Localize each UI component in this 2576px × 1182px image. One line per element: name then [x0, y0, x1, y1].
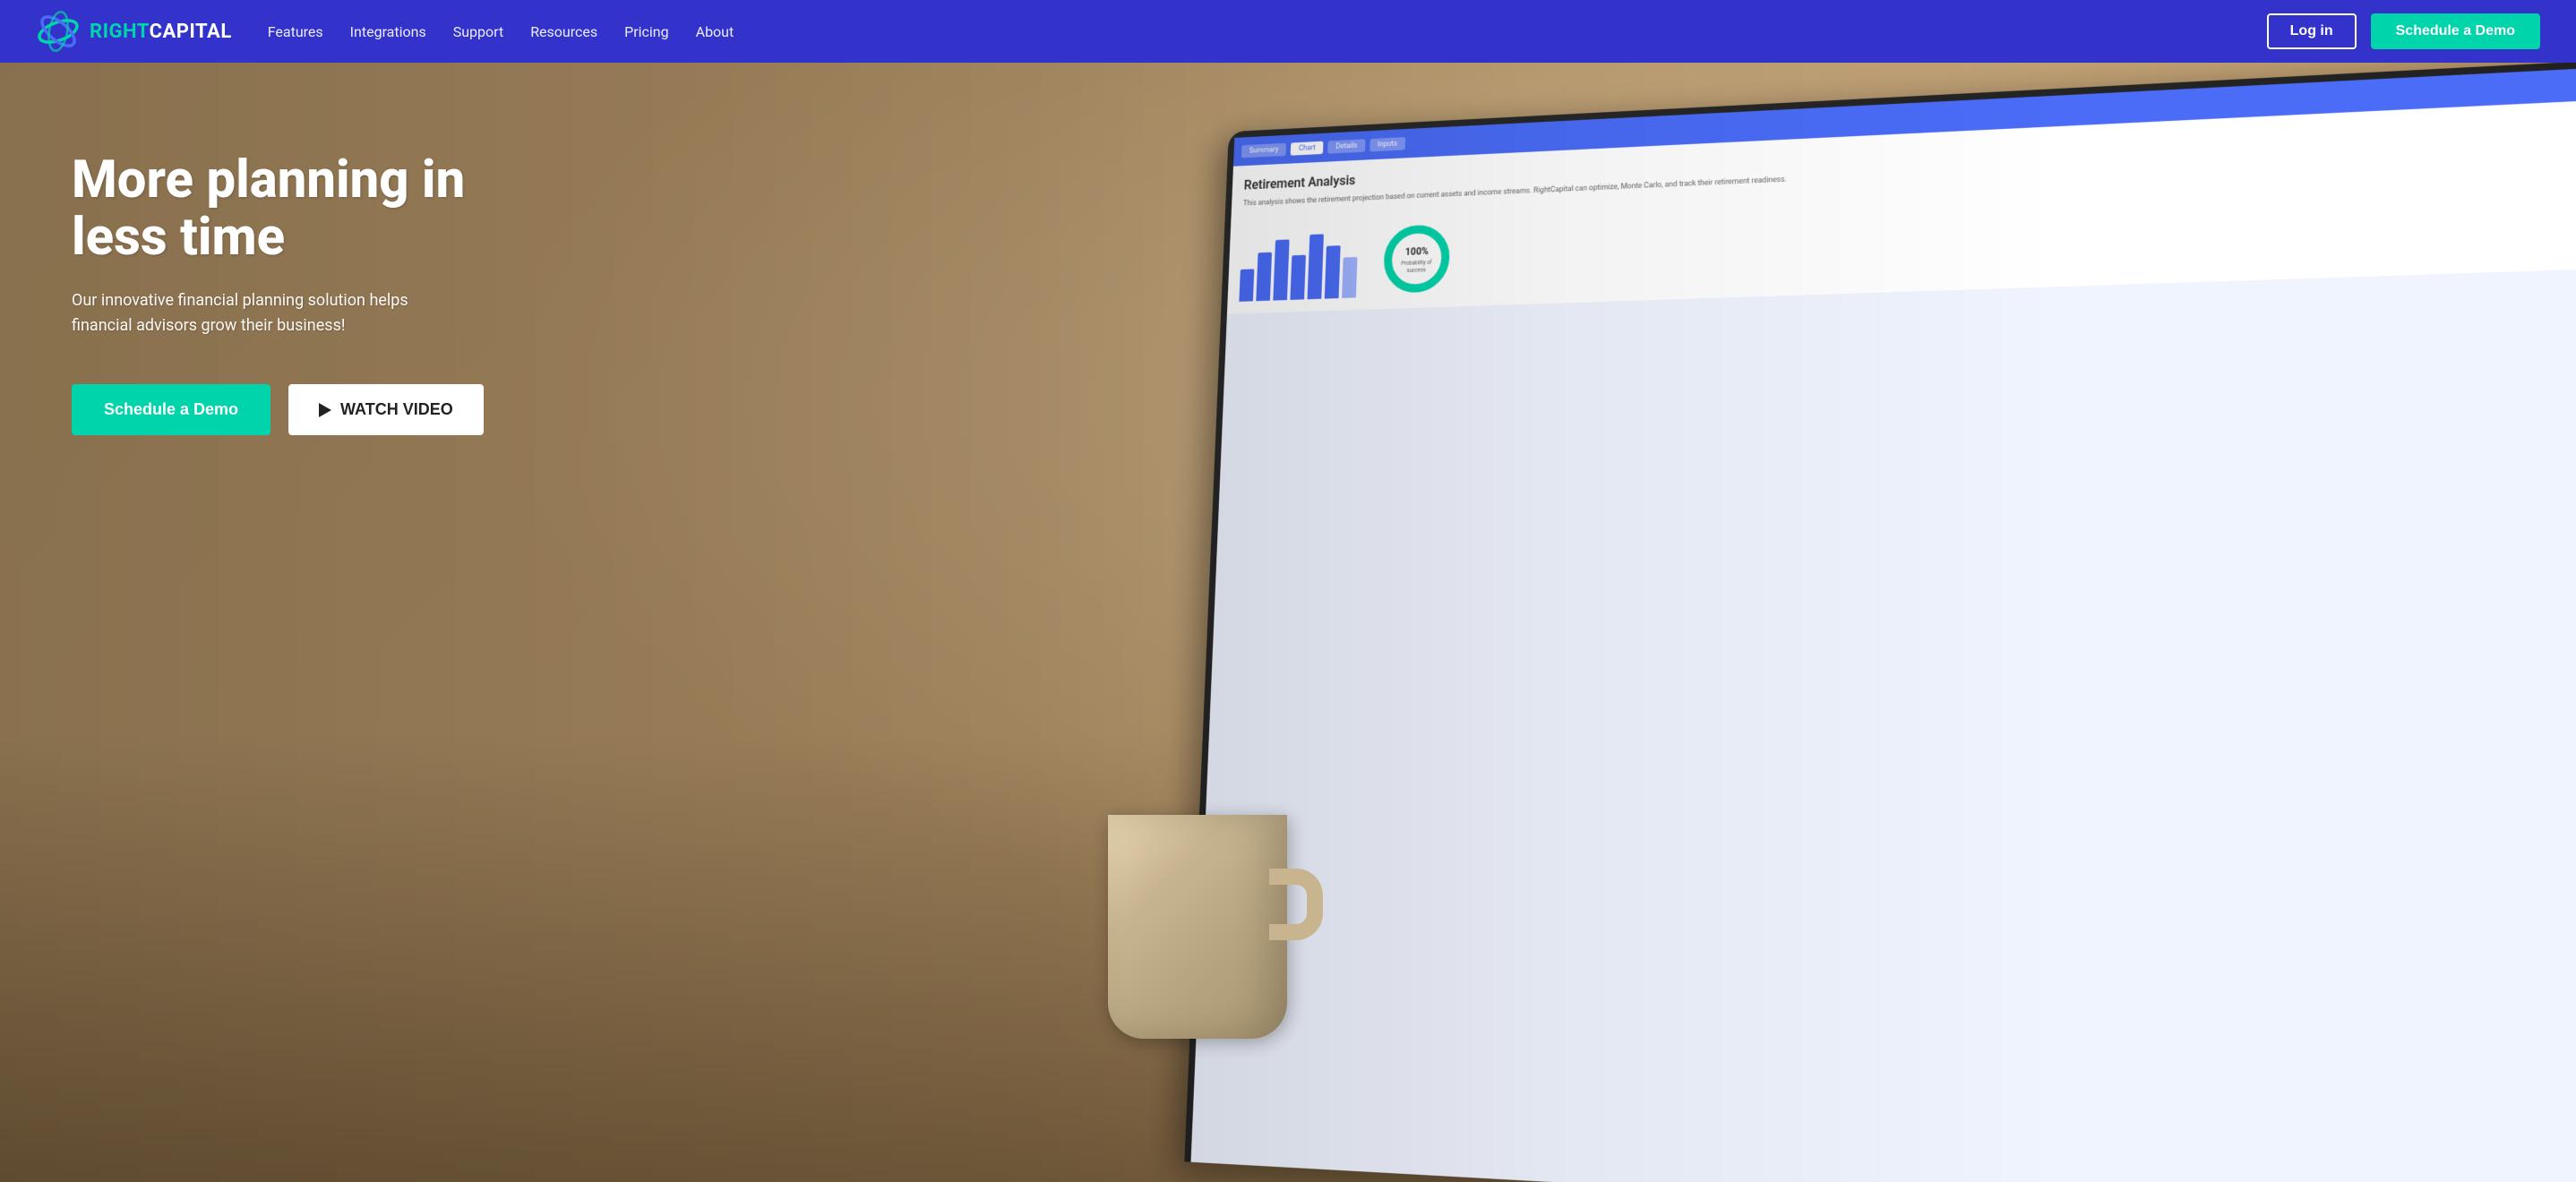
- hero-buttons: Schedule a Demo WATCH VIDEO: [72, 384, 555, 435]
- hero-title: More planning in less time: [72, 152, 555, 267]
- schedule-demo-nav-button[interactable]: Schedule a Demo: [2371, 13, 2540, 49]
- nav-item-pricing[interactable]: Pricing: [624, 23, 669, 40]
- nav-link-integrations[interactable]: Integrations: [350, 23, 426, 40]
- nav-item-features[interactable]: Features: [268, 23, 323, 40]
- nav-link-resources[interactable]: Resources: [530, 23, 597, 40]
- nav-link-features[interactable]: Features: [268, 23, 323, 40]
- nav-link-about[interactable]: About: [696, 23, 734, 40]
- schedule-demo-hero-button[interactable]: Schedule a Demo: [72, 384, 270, 435]
- nav-link-pricing[interactable]: Pricing: [624, 23, 669, 40]
- hero-content: More planning in less time Our innovativ…: [0, 63, 627, 525]
- hero-section: Summary Chart Details Inputs Retirement …: [0, 63, 2576, 1182]
- nav-item-resources[interactable]: Resources: [530, 23, 597, 40]
- logo-icon: [36, 9, 81, 54]
- watch-video-label: WATCH VIDEO: [340, 400, 453, 419]
- nav-item-integrations[interactable]: Integrations: [350, 23, 426, 40]
- nav-item-about[interactable]: About: [696, 23, 734, 40]
- logo-text: RIGHTCAPITAL: [90, 21, 232, 43]
- navbar-left: RIGHTCAPITAL Features Integrations Suppo…: [36, 9, 734, 54]
- watch-video-button[interactable]: WATCH VIDEO: [288, 384, 484, 435]
- play-icon: [319, 403, 331, 417]
- logo[interactable]: RIGHTCAPITAL: [36, 9, 232, 54]
- login-button[interactable]: Log in: [2267, 13, 2357, 49]
- hero-subtitle: Our innovative financial planning soluti…: [72, 288, 555, 340]
- nav-item-support[interactable]: Support: [453, 23, 503, 40]
- navbar: RIGHTCAPITAL Features Integrations Suppo…: [0, 0, 2576, 63]
- nav-links: Features Integrations Support Resources …: [268, 23, 734, 40]
- navbar-right: Log in Schedule a Demo: [2267, 13, 2540, 49]
- nav-link-support[interactable]: Support: [453, 23, 503, 40]
